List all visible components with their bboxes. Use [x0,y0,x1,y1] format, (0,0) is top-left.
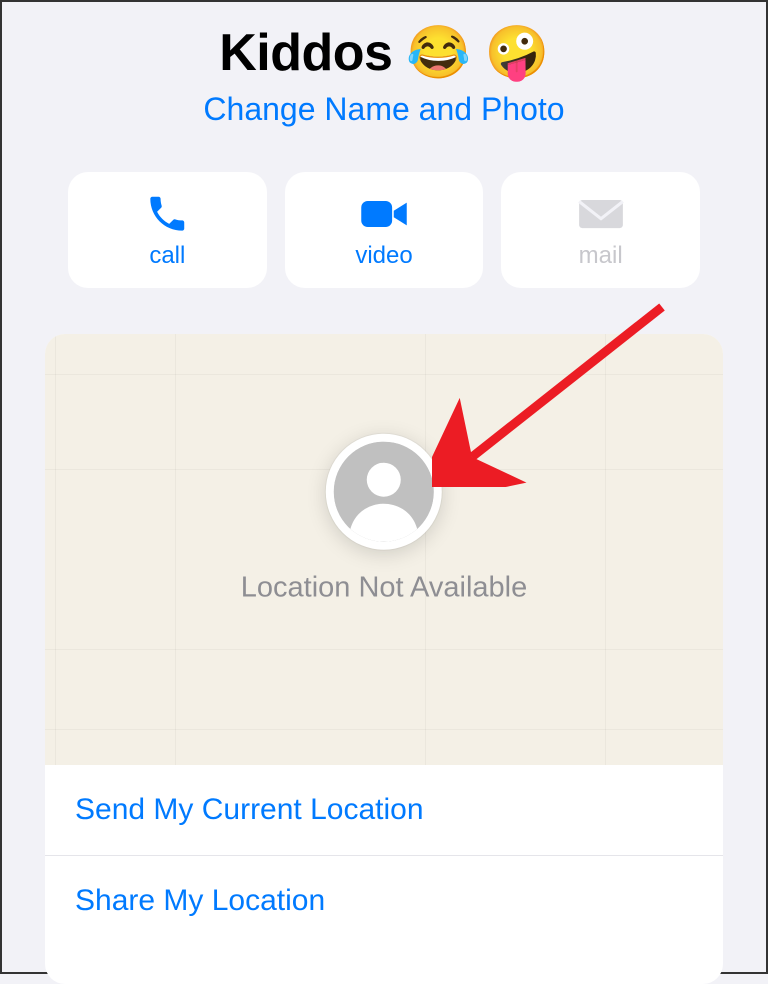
mail-label: mail [579,242,623,270]
location-card: Location Not Available Send My Current L… [45,334,723,984]
send-current-location-row[interactable]: Send My Current Location [45,765,723,855]
phone-icon [145,190,189,238]
person-placeholder-icon [334,441,434,541]
video-label: video [355,242,412,270]
share-my-location-row[interactable]: Share My Location [45,855,723,945]
map-placeholder: Location Not Available [45,334,723,765]
call-button[interactable]: call [68,172,267,288]
location-status-text: Location Not Available [241,571,527,604]
contact-avatar-pin [326,433,442,549]
mail-button: mail [501,172,700,288]
conversation-title: Kiddos 😂 🤪 [2,22,766,83]
change-name-photo-link[interactable]: Change Name and Photo [2,91,766,128]
video-icon [358,190,410,238]
video-button[interactable]: video [285,172,484,288]
mail-icon [576,190,626,238]
call-label: call [149,242,185,270]
